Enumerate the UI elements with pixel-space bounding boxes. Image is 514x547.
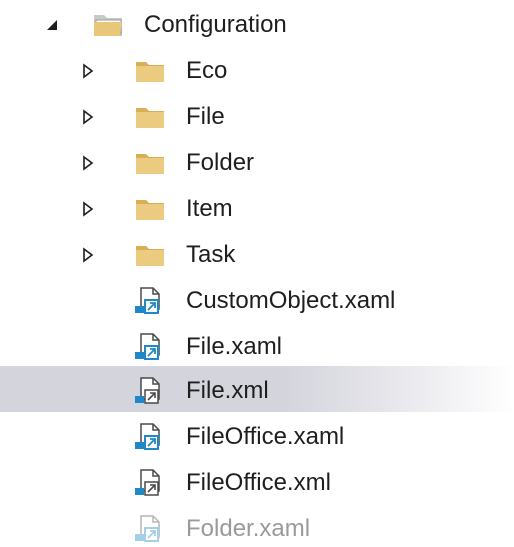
- folder-open-icon: [92, 11, 124, 39]
- tree-node-configuration[interactable]: Configuration: [0, 2, 514, 48]
- xaml-file-icon: [132, 333, 164, 361]
- tree-node-file-fileoffice-xml[interactable]: FileOffice.xml: [0, 460, 514, 506]
- xaml-file-icon: [132, 515, 164, 543]
- tree-node-file-folder-xaml[interactable]: Folder.xaml: [0, 506, 514, 547]
- tree-node-folder-folder[interactable]: Folder: [0, 140, 514, 186]
- expand-arrow-icon[interactable]: [80, 201, 96, 217]
- folder-icon: [134, 195, 166, 223]
- expand-arrow-icon[interactable]: [80, 247, 96, 263]
- tree-node-file-customobject-xaml[interactable]: CustomObject.xaml: [0, 278, 514, 324]
- tree-node-label: Folder: [186, 149, 255, 176]
- tree-node-label: File.xml: [186, 377, 269, 404]
- tree-node-label: File: [186, 103, 225, 130]
- tree-node-file-fileoffice-xaml[interactable]: FileOffice.xaml: [0, 414, 514, 460]
- tree-node-label: File.xaml: [186, 333, 283, 360]
- folder-icon: [134, 241, 166, 269]
- folder-icon: [134, 103, 166, 131]
- xml-file-icon: [132, 469, 164, 497]
- xaml-file-icon: [132, 287, 164, 315]
- tree-node-file-file-xaml[interactable]: File.xaml: [0, 324, 514, 370]
- expand-arrow-icon[interactable]: [80, 109, 96, 125]
- tree-node-label: Folder.xaml: [186, 515, 311, 542]
- expand-arrow-icon[interactable]: [80, 63, 96, 79]
- tree-node-folder-item[interactable]: Item: [0, 186, 514, 232]
- tree-node-folder-task[interactable]: Task: [0, 232, 514, 278]
- tree-node-label: Task: [186, 241, 236, 268]
- folder-icon: [134, 57, 166, 85]
- solution-explorer-tree: Configuration Eco File Folder Item Task …: [0, 0, 514, 547]
- tree-node-label: CustomObject.xaml: [186, 287, 396, 314]
- xml-file-icon: [132, 377, 164, 405]
- tree-node-label: Item: [186, 195, 233, 222]
- tree-node-label: FileOffice.xml: [186, 469, 331, 496]
- tree-node-label: FileOffice.xaml: [186, 423, 345, 450]
- xaml-file-icon: [132, 423, 164, 451]
- collapse-arrow-icon[interactable]: [44, 17, 60, 33]
- tree-node-folder-eco[interactable]: Eco: [0, 48, 514, 94]
- expand-arrow-icon[interactable]: [80, 155, 96, 171]
- tree-node-folder-file[interactable]: File: [0, 94, 514, 140]
- folder-icon: [134, 149, 166, 177]
- tree-node-label: Configuration: [144, 11, 287, 38]
- tree-node-label: Eco: [186, 57, 228, 84]
- tree-node-file-file-xml[interactable]: File.xml: [0, 366, 514, 412]
